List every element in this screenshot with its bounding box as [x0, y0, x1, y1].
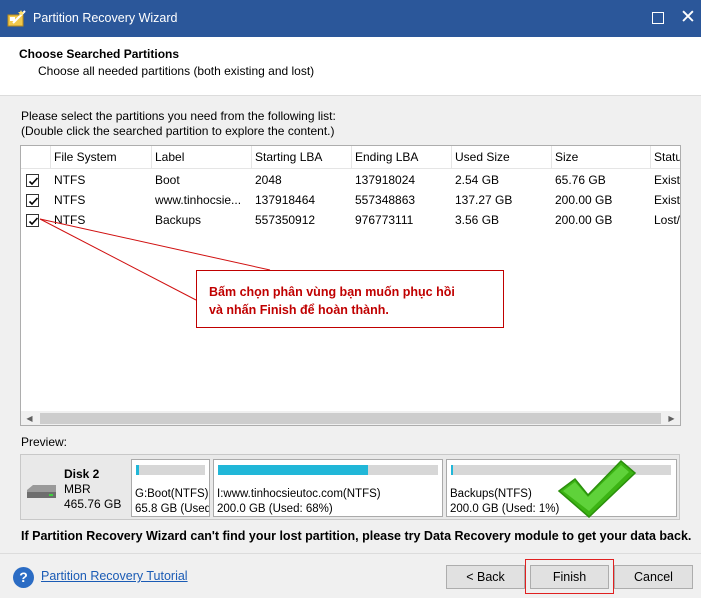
- cell-starting-lba: 2048: [255, 173, 282, 187]
- instruction-line-1: Please select the partitions you need fr…: [21, 109, 336, 123]
- column-header-size[interactable]: Size: [552, 146, 651, 168]
- table-row[interactable]: NTFS www.tinhocsie... 137918464 55734886…: [21, 190, 681, 210]
- horizontal-scrollbar[interactable]: ◀ ▶: [21, 411, 680, 425]
- cell-size: 200.00 GB: [555, 193, 613, 207]
- window-title: Partition Recovery Wizard: [33, 11, 178, 25]
- instruction-line-2: (Double click the searched partition to …: [21, 124, 335, 138]
- cell-ending-lba: 976773111: [355, 213, 414, 227]
- column-header-used-size[interactable]: Used Size: [452, 146, 552, 168]
- cell-starting-lba: 137918464: [255, 193, 316, 207]
- partition-detail: 200.0 GB (Used: 1%): [450, 503, 560, 515]
- back-button[interactable]: < Back: [446, 565, 525, 589]
- page-heading: Choose Searched Partitions: [19, 47, 180, 61]
- column-header-status[interactable]: Status: [651, 146, 680, 168]
- scrollbar-thumb[interactable]: [40, 413, 661, 424]
- column-header-label[interactable]: Label: [152, 146, 252, 168]
- wizard-wand-icon: [7, 10, 26, 27]
- row-checkbox[interactable]: [26, 194, 39, 207]
- maximize-button[interactable]: [652, 12, 664, 24]
- header-panel: Choose Searched Partitions Choose all ne…: [0, 37, 701, 96]
- green-checkmark-icon: [557, 459, 637, 519]
- cell-label: www.tinhocsie...: [155, 193, 242, 207]
- cell-used-size: 2.54 GB: [455, 173, 500, 187]
- partition-block[interactable]: I:www.tinhocsieutoc.com(NTFS) 200.0 GB (…: [213, 459, 443, 517]
- scroll-left-arrow-icon[interactable]: ◀: [21, 411, 38, 425]
- finish-button[interactable]: Finish: [530, 565, 609, 589]
- title-bar: Partition Recovery Wizard ✕: [0, 0, 701, 37]
- disk-type: MBR: [64, 482, 91, 496]
- help-icon[interactable]: ?: [13, 567, 34, 588]
- partition-detail: 200.0 GB (Used: 68%): [217, 503, 333, 515]
- usage-bar: [136, 465, 205, 475]
- table-row[interactable]: NTFS Boot 2048 137918024 2.54 GB 65.76 G…: [21, 170, 681, 190]
- row-checkbox[interactable]: [26, 174, 39, 187]
- table-header: File System Label Starting LBA Ending LB…: [21, 146, 680, 169]
- column-header-starting-lba[interactable]: Starting LBA: [252, 146, 352, 168]
- preview-label: Preview:: [21, 435, 68, 449]
- cell-ending-lba: 137918024: [355, 173, 416, 187]
- cell-ending-lba: 557348863: [355, 193, 416, 207]
- cell-file-system: NTFS: [54, 193, 86, 207]
- usage-bar: [218, 465, 438, 475]
- partition-name: I:www.tinhocsieutoc.com(NTFS): [217, 488, 381, 500]
- scroll-right-arrow-icon[interactable]: ▶: [663, 411, 680, 425]
- cell-status: Lost/Deleted: [654, 213, 681, 227]
- cell-status: Existing: [654, 193, 681, 207]
- cell-file-system: NTFS: [54, 173, 86, 187]
- annotation-callout: Bấm chọn phân vùng bạn muốn phục hồi và …: [196, 270, 504, 328]
- hard-disk-icon: [27, 485, 56, 498]
- column-header-ending-lba[interactable]: Ending LBA: [352, 146, 452, 168]
- cell-label: Backups: [155, 213, 202, 227]
- usage-bar-fill: [218, 465, 368, 475]
- tutorial-link[interactable]: Partition Recovery Tutorial: [41, 569, 188, 583]
- usage-bar-fill: [136, 465, 139, 475]
- checkmark-icon: [28, 197, 39, 206]
- callout-line-2: và nhấn Finish để hoàn thành.: [209, 303, 389, 317]
- partition-detail: 65.8 GB (Used: 4%): [135, 503, 209, 515]
- cell-size: 200.00 GB: [555, 213, 613, 227]
- cancel-button[interactable]: Cancel: [614, 565, 693, 589]
- cell-status: Existing: [654, 173, 681, 187]
- usage-bar-fill: [451, 465, 454, 475]
- close-button[interactable]: ✕: [678, 6, 698, 30]
- disk-name: Disk 2: [64, 467, 100, 481]
- cell-used-size: 3.56 GB: [455, 213, 500, 227]
- cell-label: Boot: [155, 173, 180, 187]
- disk-size: 465.76 GB: [64, 497, 122, 511]
- cell-file-system: NTFS: [54, 213, 86, 227]
- data-recovery-hint: If Partition Recovery Wizard can't find …: [21, 529, 692, 543]
- partition-name: Backups(NTFS): [450, 488, 532, 500]
- row-checkbox[interactable]: [26, 214, 39, 227]
- partition-block[interactable]: G:Boot(NTFS) 65.8 GB (Used: 4%): [131, 459, 210, 517]
- partition-name: G:Boot(NTFS): [135, 488, 209, 500]
- checkmark-icon: [28, 177, 39, 186]
- table-row[interactable]: NTFS Backups 557350912 976773111 3.56 GB…: [21, 210, 681, 230]
- column-header-file-system[interactable]: File System: [51, 146, 152, 168]
- footer-divider: [0, 553, 701, 554]
- cell-used-size: 137.27 GB: [455, 193, 513, 207]
- cell-starting-lba: 557350912: [255, 213, 316, 227]
- checkmark-icon: [28, 217, 39, 226]
- page-subheading: Choose all needed partitions (both exist…: [38, 64, 315, 78]
- cell-size: 65.76 GB: [555, 173, 606, 187]
- callout-line-1: Bấm chọn phân vùng bạn muốn phục hồi: [209, 285, 455, 299]
- column-header-select[interactable]: [21, 146, 51, 168]
